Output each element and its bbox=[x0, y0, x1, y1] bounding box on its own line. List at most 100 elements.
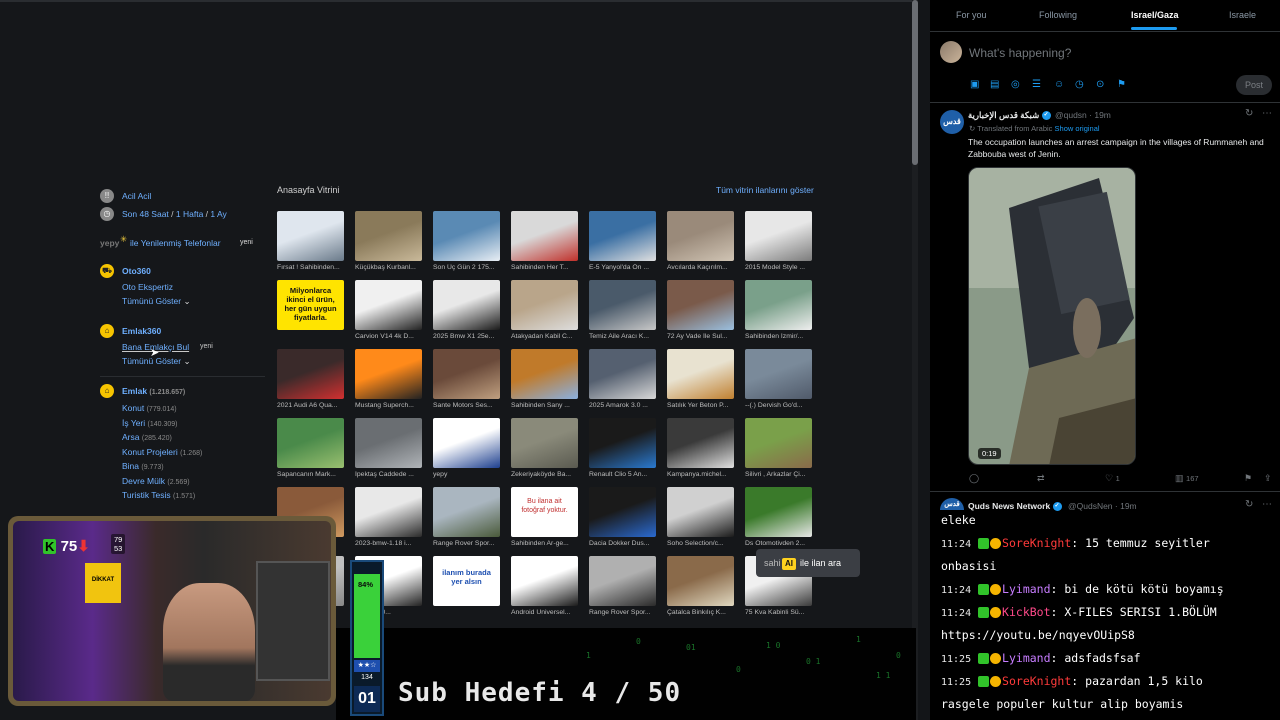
listing-thumbnail[interactable] bbox=[589, 280, 656, 330]
showcase-item[interactable]: Avcılarda Kaçırılm... bbox=[667, 211, 734, 271]
showcase-item[interactable]: Range Rover Spor... bbox=[589, 556, 656, 616]
more-icon[interactable]: ⋯ bbox=[1262, 108, 1272, 119]
listing-caption[interactable]: 2025 Bmw X1 25e... bbox=[433, 333, 500, 340]
listing-caption[interactable]: Küçükbaş Kurbanl... bbox=[355, 264, 422, 271]
listing-caption[interactable]: Ds Otomotivden 2... bbox=[745, 540, 812, 547]
post-button[interactable]: Post bbox=[1236, 75, 1272, 95]
listing-thumbnail[interactable] bbox=[745, 211, 812, 261]
emlak-subcategory-item[interactable]: Konut Projeleri (1.268) bbox=[122, 447, 202, 457]
listing-thumbnail[interactable] bbox=[277, 349, 344, 399]
listing-caption[interactable]: Zekeriyaköyde Ba... bbox=[511, 471, 578, 478]
listing-thumbnail[interactable] bbox=[667, 211, 734, 261]
listing-thumbnail[interactable] bbox=[355, 280, 422, 330]
listing-thumbnail[interactable] bbox=[355, 211, 422, 261]
listing-caption[interactable]: E-5 Yanyol'da Ön ... bbox=[589, 264, 656, 271]
showcase-item[interactable]: Sahibinden Sany ... bbox=[511, 349, 578, 409]
oto-show-all[interactable]: Tümünü Göster ⌄ bbox=[122, 296, 191, 307]
showcase-item[interactable]: Atakyadan Kabil C... bbox=[511, 280, 578, 340]
tweet-video[interactable] bbox=[968, 167, 1136, 465]
tab-israel-gaza[interactable]: Israel/Gaza bbox=[1131, 10, 1179, 20]
grok-icon[interactable]: ↻ bbox=[1245, 499, 1253, 510]
listing-caption[interactable]: Sahibinden Ar-ge... bbox=[511, 540, 578, 547]
listing-thumbnail[interactable] bbox=[745, 418, 812, 468]
listing-caption[interactable]: Android Universel... bbox=[511, 609, 578, 616]
schedule-icon[interactable]: ◷ bbox=[1075, 79, 1084, 90]
listing-thumbnail[interactable] bbox=[511, 349, 578, 399]
listing-thumbnail[interactable] bbox=[433, 349, 500, 399]
more-icon[interactable]: ⋯ bbox=[1262, 499, 1272, 510]
listing-thumbnail[interactable] bbox=[433, 418, 500, 468]
listing-caption[interactable]: Range Rover Spor... bbox=[589, 609, 656, 616]
showcase-item[interactable]: Temiz Aile Aracı K... bbox=[589, 280, 656, 340]
listing-caption[interactable]: Sapancanın Mark... bbox=[277, 471, 344, 478]
showcase-item[interactable]: Fırsat ! Sahibinden... bbox=[277, 211, 344, 271]
filter-1week[interactable]: 1 Hafta bbox=[176, 209, 203, 219]
oto-ekspertiz-link[interactable]: Oto Ekspertiz bbox=[122, 282, 173, 292]
listing-thumbnail[interactable] bbox=[433, 211, 500, 261]
listing-thumbnail[interactable] bbox=[667, 418, 734, 468]
listing-thumbnail[interactable] bbox=[667, 280, 734, 330]
emoji-icon[interactable]: ☺ bbox=[1054, 79, 1064, 90]
listing-thumbnail[interactable]: Bu ilana ait fotoğraf yoktur. bbox=[511, 487, 578, 537]
showcase-item[interactable]: ilanım burada yer alsın bbox=[433, 556, 500, 609]
listing-caption[interactable]: Soho Selection/c... bbox=[667, 540, 734, 547]
showcase-item[interactable]: Sante Motors Ses... bbox=[433, 349, 500, 409]
tab-israele[interactable]: Israele bbox=[1229, 10, 1256, 20]
emlak360-link[interactable]: Emlak360 bbox=[122, 326, 161, 336]
listing-thumbnail[interactable] bbox=[745, 349, 812, 399]
listing-caption[interactable]: Kampanya.michel... bbox=[667, 471, 734, 478]
listing-thumbnail[interactable] bbox=[433, 280, 500, 330]
poll-icon[interactable]: ☰ bbox=[1032, 79, 1041, 90]
listing-thumbnail[interactable]: ilanım burada yer alsın bbox=[433, 556, 500, 606]
reply-icon[interactable]: ◯ bbox=[969, 473, 979, 484]
share-icon[interactable]: ⇪ bbox=[1264, 473, 1272, 484]
oto360-link[interactable]: Oto360 bbox=[122, 266, 151, 276]
avatar[interactable] bbox=[940, 41, 962, 63]
urgent-link[interactable]: Acil Acil bbox=[122, 191, 151, 201]
grok-icon[interactable]: ↻ bbox=[1245, 108, 1253, 119]
showcase-item[interactable]: 72 Ay Vade İle Sul... bbox=[667, 280, 734, 340]
showcase-item[interactable]: Soho Selection/c... bbox=[667, 487, 734, 547]
showcase-item[interactable]: Sahibinden Her T... bbox=[511, 211, 578, 271]
listing-thumbnail[interactable] bbox=[355, 349, 422, 399]
listing-thumbnail[interactable] bbox=[745, 280, 812, 330]
retweet-icon[interactable]: ⇄ bbox=[1037, 473, 1045, 484]
listing-thumbnail[interactable] bbox=[589, 418, 656, 468]
listing-thumbnail[interactable] bbox=[667, 556, 734, 606]
listing-thumbnail[interactable] bbox=[745, 487, 812, 537]
listing-caption[interactable]: Mustang Superch... bbox=[355, 402, 422, 409]
tab-following[interactable]: Following bbox=[1039, 10, 1077, 20]
chat-username[interactable]: KickBot bbox=[1002, 605, 1050, 619]
showcase-item[interactable]: Milyonlarca ikinci el ürün, her gün uygu… bbox=[277, 280, 344, 333]
gif-icon[interactable]: ▤ bbox=[990, 79, 999, 90]
listing-caption[interactable]: 72 Ay Vade İle Sul... bbox=[667, 333, 734, 340]
listing-caption[interactable]: 2025 Amarok 3.0 ... bbox=[589, 402, 656, 409]
emlak-subcategory-item[interactable]: Bina (9.773) bbox=[122, 461, 164, 471]
listing-caption[interactable]: yepy bbox=[433, 471, 500, 478]
showcase-item[interactable]: Satılık Yer Beton P... bbox=[667, 349, 734, 409]
listing-caption[interactable]: Çatalca Binkılıç K... bbox=[667, 609, 734, 616]
views-count[interactable]: ▥ 167 bbox=[1175, 473, 1199, 484]
listing-thumbnail[interactable] bbox=[511, 556, 578, 606]
listing-thumbnail[interactable] bbox=[667, 349, 734, 399]
listing-thumbnail[interactable] bbox=[667, 487, 734, 537]
listing-caption[interactable]: --(.) Dervish Go'd... bbox=[745, 402, 812, 409]
emlak-subcategory-item[interactable]: Arsa (285.420) bbox=[122, 432, 172, 442]
listing-caption[interactable]: Sahibinden Sany ... bbox=[511, 402, 578, 409]
listing-caption[interactable]: 2023-bmw-1.18 i... bbox=[355, 540, 422, 547]
listing-caption[interactable]: Avcılarda Kaçırılm... bbox=[667, 264, 734, 271]
show-original-link[interactable]: Show original bbox=[1055, 124, 1100, 133]
listing-caption[interactable]: 75 Kva Kabinli Sü... bbox=[745, 609, 812, 616]
chat-username[interactable]: Lyimand bbox=[1002, 582, 1050, 596]
emlak-subcategory-item[interactable]: Devre Mülk (2.569) bbox=[122, 476, 190, 486]
like-button[interactable]: ♡ 1 bbox=[1105, 473, 1120, 484]
listing-caption[interactable]: Sahibinden İzmir/... bbox=[745, 333, 812, 340]
tweet-author-handle[interactable]: @qudsn · 19m bbox=[1055, 110, 1111, 120]
showcase-item[interactable]: Android Universel... bbox=[511, 556, 578, 616]
listing-thumbnail[interactable] bbox=[277, 211, 344, 261]
chat-username[interactable]: Lyimand bbox=[1002, 651, 1050, 665]
emlak-subcategory-item[interactable]: Konut (779.014) bbox=[122, 403, 177, 413]
flag-icon[interactable]: ⚑ bbox=[1117, 79, 1126, 90]
listing-caption[interactable]: Dacia Dokker Dus... bbox=[589, 540, 656, 547]
chat-username[interactable]: SoreKnight bbox=[1002, 674, 1071, 688]
